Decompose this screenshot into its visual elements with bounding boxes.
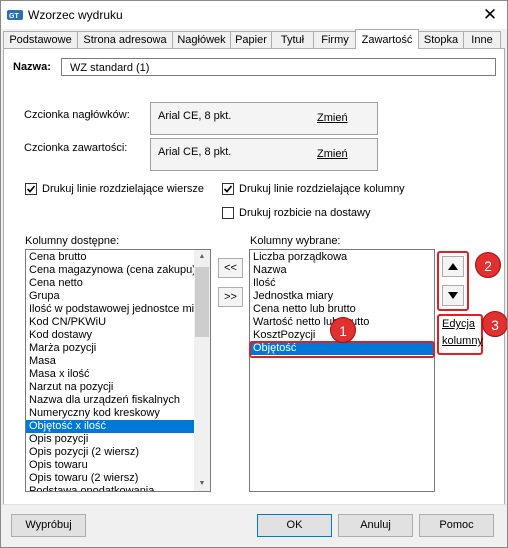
window-title: Wzorzec wydruku [28, 8, 123, 22]
list-item[interactable]: Nazwa dla urządzeń fiskalnych [26, 394, 194, 407]
tab-naglowek[interactable]: Nagłówek [172, 31, 231, 48]
list-item[interactable]: Cena magazynowa (cena zakupu) [26, 264, 194, 277]
scroll-up-icon[interactable]: ▲ [198, 253, 206, 260]
tab-papier[interactable]: Papier [230, 31, 272, 48]
title-bar: GT Wzorzec wydruku ✕ [1, 1, 507, 29]
selected-columns-list[interactable]: Liczba porządkowa Nazwa Ilość Jednostka mia… [249, 249, 435, 492]
triangle-down-icon [448, 292, 458, 299]
svg-text:GT: GT [9, 13, 19, 20]
preview-button[interactable]: Wypróbuj [11, 514, 86, 537]
list-item[interactable]: Liczba porządkowa [250, 251, 434, 264]
list-item[interactable]: Numeryczny kod kreskowy [26, 407, 194, 420]
cancel-button[interactable]: Anuluj [338, 514, 413, 537]
list-item[interactable]: Cena netto lub brutto [250, 303, 434, 316]
deliveries-checkbox[interactable] [222, 207, 234, 219]
scroll-thumb[interactable] [195, 267, 209, 337]
name-label: Nazwa: [13, 61, 51, 73]
edit-columns-link-2[interactable]: kolumny [442, 335, 483, 347]
row-lines-checkbox[interactable] [25, 183, 37, 195]
print-template-window: GT Wzorzec wydruku ✕ Podstawowe Strona a… [0, 0, 508, 548]
ok-button[interactable]: OK [257, 514, 332, 537]
add-column-button[interactable]: >> [218, 287, 243, 307]
col-lines-label: Drukuj linie rozdzielające kolumny [239, 183, 405, 195]
tab-strip: Podstawowe Strona adresowa Nagłówek Papi… [3, 29, 505, 49]
list-item[interactable]: Ilość w podstawowej jednostce miary [26, 303, 194, 316]
callout-1-highlight [249, 341, 435, 358]
list-item[interactable]: Masa x ilość [26, 368, 194, 381]
close-icon[interactable]: ✕ [479, 4, 501, 26]
header-font-value: Arial CE, 8 pkt. [158, 110, 232, 122]
list-item[interactable]: Cena netto [26, 277, 194, 290]
list-item[interactable]: Opis pozycji (2 wiersz) [26, 446, 194, 459]
list-item[interactable]: Marża pozycji [26, 342, 194, 355]
content-font-value: Arial CE, 8 pkt. [158, 146, 232, 158]
content-font-box: Arial CE, 8 pkt. Zmień [150, 138, 378, 171]
list-item[interactable]: Objętość x ilość [26, 420, 194, 433]
header-font-box: Arial CE, 8 pkt. Zmień [150, 102, 378, 135]
selected-columns-label: Kolumny wybrane: [250, 235, 341, 247]
list-item[interactable]: Cena brutto [26, 251, 194, 264]
deliveries-label: Drukuj rozbicie na dostawy [239, 207, 371, 219]
list-item[interactable]: Masa [26, 355, 194, 368]
available-columns-list[interactable]: Cena brutto Cena magazynowa (cena zakupu)… [25, 249, 211, 492]
list-item[interactable]: Opis towaru (2 wiersz) [26, 472, 194, 485]
content-font-label: Czcionka zawartości: [24, 142, 128, 154]
tab-zawartosc[interactable]: Zawartość [355, 29, 419, 49]
available-columns-label: Kolumny dostępne: [25, 235, 120, 247]
tab-page-content: Nazwa: WZ standard (1) Czcionka nagłówkó… [3, 48, 507, 505]
help-button[interactable]: Pomoc [419, 514, 494, 537]
list-item[interactable]: Kod CN/PKWiU [26, 316, 194, 329]
move-down-button[interactable] [442, 285, 464, 306]
change-header-font-link[interactable]: Zmień [317, 112, 348, 124]
tab-podstawowe[interactable]: Podstawowe [3, 31, 78, 48]
header-font-label: Czcionka nagłówków: [24, 109, 130, 121]
scroll-down-icon[interactable]: ▼ [198, 480, 206, 487]
list-item[interactable]: Nazwa [250, 264, 434, 277]
list-item[interactable]: Jednostka miary [250, 290, 434, 303]
tab-inne[interactable]: Inne [463, 31, 501, 48]
tab-tytul[interactable]: Tytuł [271, 31, 314, 48]
move-up-button[interactable] [442, 256, 464, 277]
edit-columns-link[interactable]: Edycja [442, 318, 475, 330]
col-lines-checkbox[interactable] [222, 183, 234, 195]
list-item[interactable]: Grupa [26, 290, 194, 303]
checkmark-icon [26, 185, 36, 193]
footer-separator [1, 504, 507, 505]
name-input[interactable]: WZ standard (1) [61, 58, 496, 76]
available-scrollbar[interactable]: ▲ ▼ [194, 250, 210, 491]
tab-firmy[interactable]: Firmy [313, 31, 357, 48]
selected-items: Liczba porządkowa Nazwa Ilość Jednostka mia… [250, 251, 434, 491]
callout-1-badge: 1 [330, 317, 356, 343]
triangle-up-icon [448, 263, 458, 270]
available-items: Cena brutto Cena magazynowa (cena zakupu)… [26, 251, 194, 491]
app-icon: GT [7, 10, 23, 20]
tab-stopka[interactable]: Stopka [418, 31, 464, 48]
change-content-font-link[interactable]: Zmień [317, 148, 348, 160]
list-item[interactable]: Podstawa opodatkowania [26, 485, 194, 491]
list-item[interactable]: Ilość [250, 277, 434, 290]
list-item[interactable]: Kod dostawy [26, 329, 194, 342]
tab-strona-adresowa[interactable]: Strona adresowa [77, 31, 173, 48]
list-item[interactable]: Narzut na pozycji [26, 381, 194, 394]
list-item[interactable]: Opis towaru [26, 459, 194, 472]
checkmark-icon [223, 185, 233, 193]
remove-column-button[interactable]: << [218, 258, 243, 278]
callout-3-badge: 3 [482, 311, 507, 337]
row-lines-label: Drukuj linie rozdzielające wiersze [42, 183, 205, 195]
list-item[interactable]: Opis pozycji [26, 433, 194, 446]
callout-2-badge: 2 [475, 252, 501, 278]
